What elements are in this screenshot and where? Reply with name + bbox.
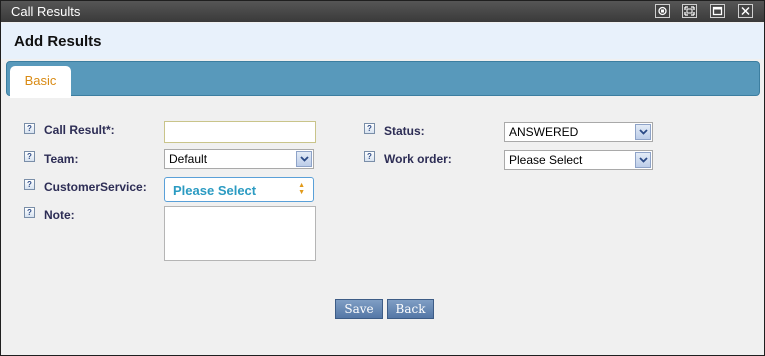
sort-arrows-icon: ▲ ▼ (298, 182, 305, 196)
chevron-down-icon[interactable] (296, 151, 312, 167)
help-icon[interactable]: ? (24, 123, 35, 134)
note-textarea[interactable] (164, 206, 316, 261)
note-label: Note: (44, 208, 75, 222)
customer-service-select[interactable]: Please Select ▲ ▼ (164, 177, 314, 202)
help-icon[interactable]: ? (24, 151, 35, 162)
help-icon[interactable]: ? (24, 179, 35, 190)
chevron-down-icon[interactable] (635, 152, 651, 168)
call-result-input[interactable] (164, 121, 316, 143)
add-results-form: ? Call Result*: ? Team: Default ? Custom… (1, 97, 764, 355)
save-button[interactable]: Save (335, 299, 383, 319)
help-icon[interactable]: ? (364, 151, 375, 162)
window-titlebar[interactable]: Call Results (1, 1, 764, 22)
restore-icon[interactable] (682, 4, 697, 18)
work-order-select[interactable]: Please Select (504, 150, 653, 170)
status-select-value: ANSWERED (509, 125, 579, 139)
customer-service-select-value: Please Select (173, 183, 257, 198)
maximize-icon[interactable] (710, 4, 725, 18)
window-title: Call Results (11, 4, 81, 19)
work-order-select-value: Please Select (509, 153, 583, 167)
work-order-label: Work order: (384, 152, 452, 166)
page-header: Add Results (1, 23, 764, 59)
team-select[interactable]: Default (164, 149, 314, 169)
status-select[interactable]: ANSWERED (504, 122, 653, 142)
help-icon[interactable]: ? (364, 123, 375, 134)
chevron-down-icon[interactable] (635, 124, 651, 140)
team-label: Team: (44, 152, 79, 166)
minimize-icon[interactable] (655, 4, 670, 18)
call-result-label: Call Result*: (44, 123, 115, 137)
team-select-value: Default (169, 152, 208, 166)
customer-service-label: CustomerService: (44, 180, 147, 194)
status-label: Status: (384, 124, 425, 138)
back-button[interactable]: Back (387, 299, 434, 319)
page-title: Add Results (14, 33, 102, 50)
close-icon[interactable] (738, 4, 753, 18)
tab-bar: Basic (6, 61, 760, 98)
call-results-window: Call Results Add Results Basic ? Call Re… (0, 0, 765, 356)
tab-basic[interactable]: Basic (10, 66, 71, 98)
help-icon[interactable]: ? (24, 207, 35, 218)
